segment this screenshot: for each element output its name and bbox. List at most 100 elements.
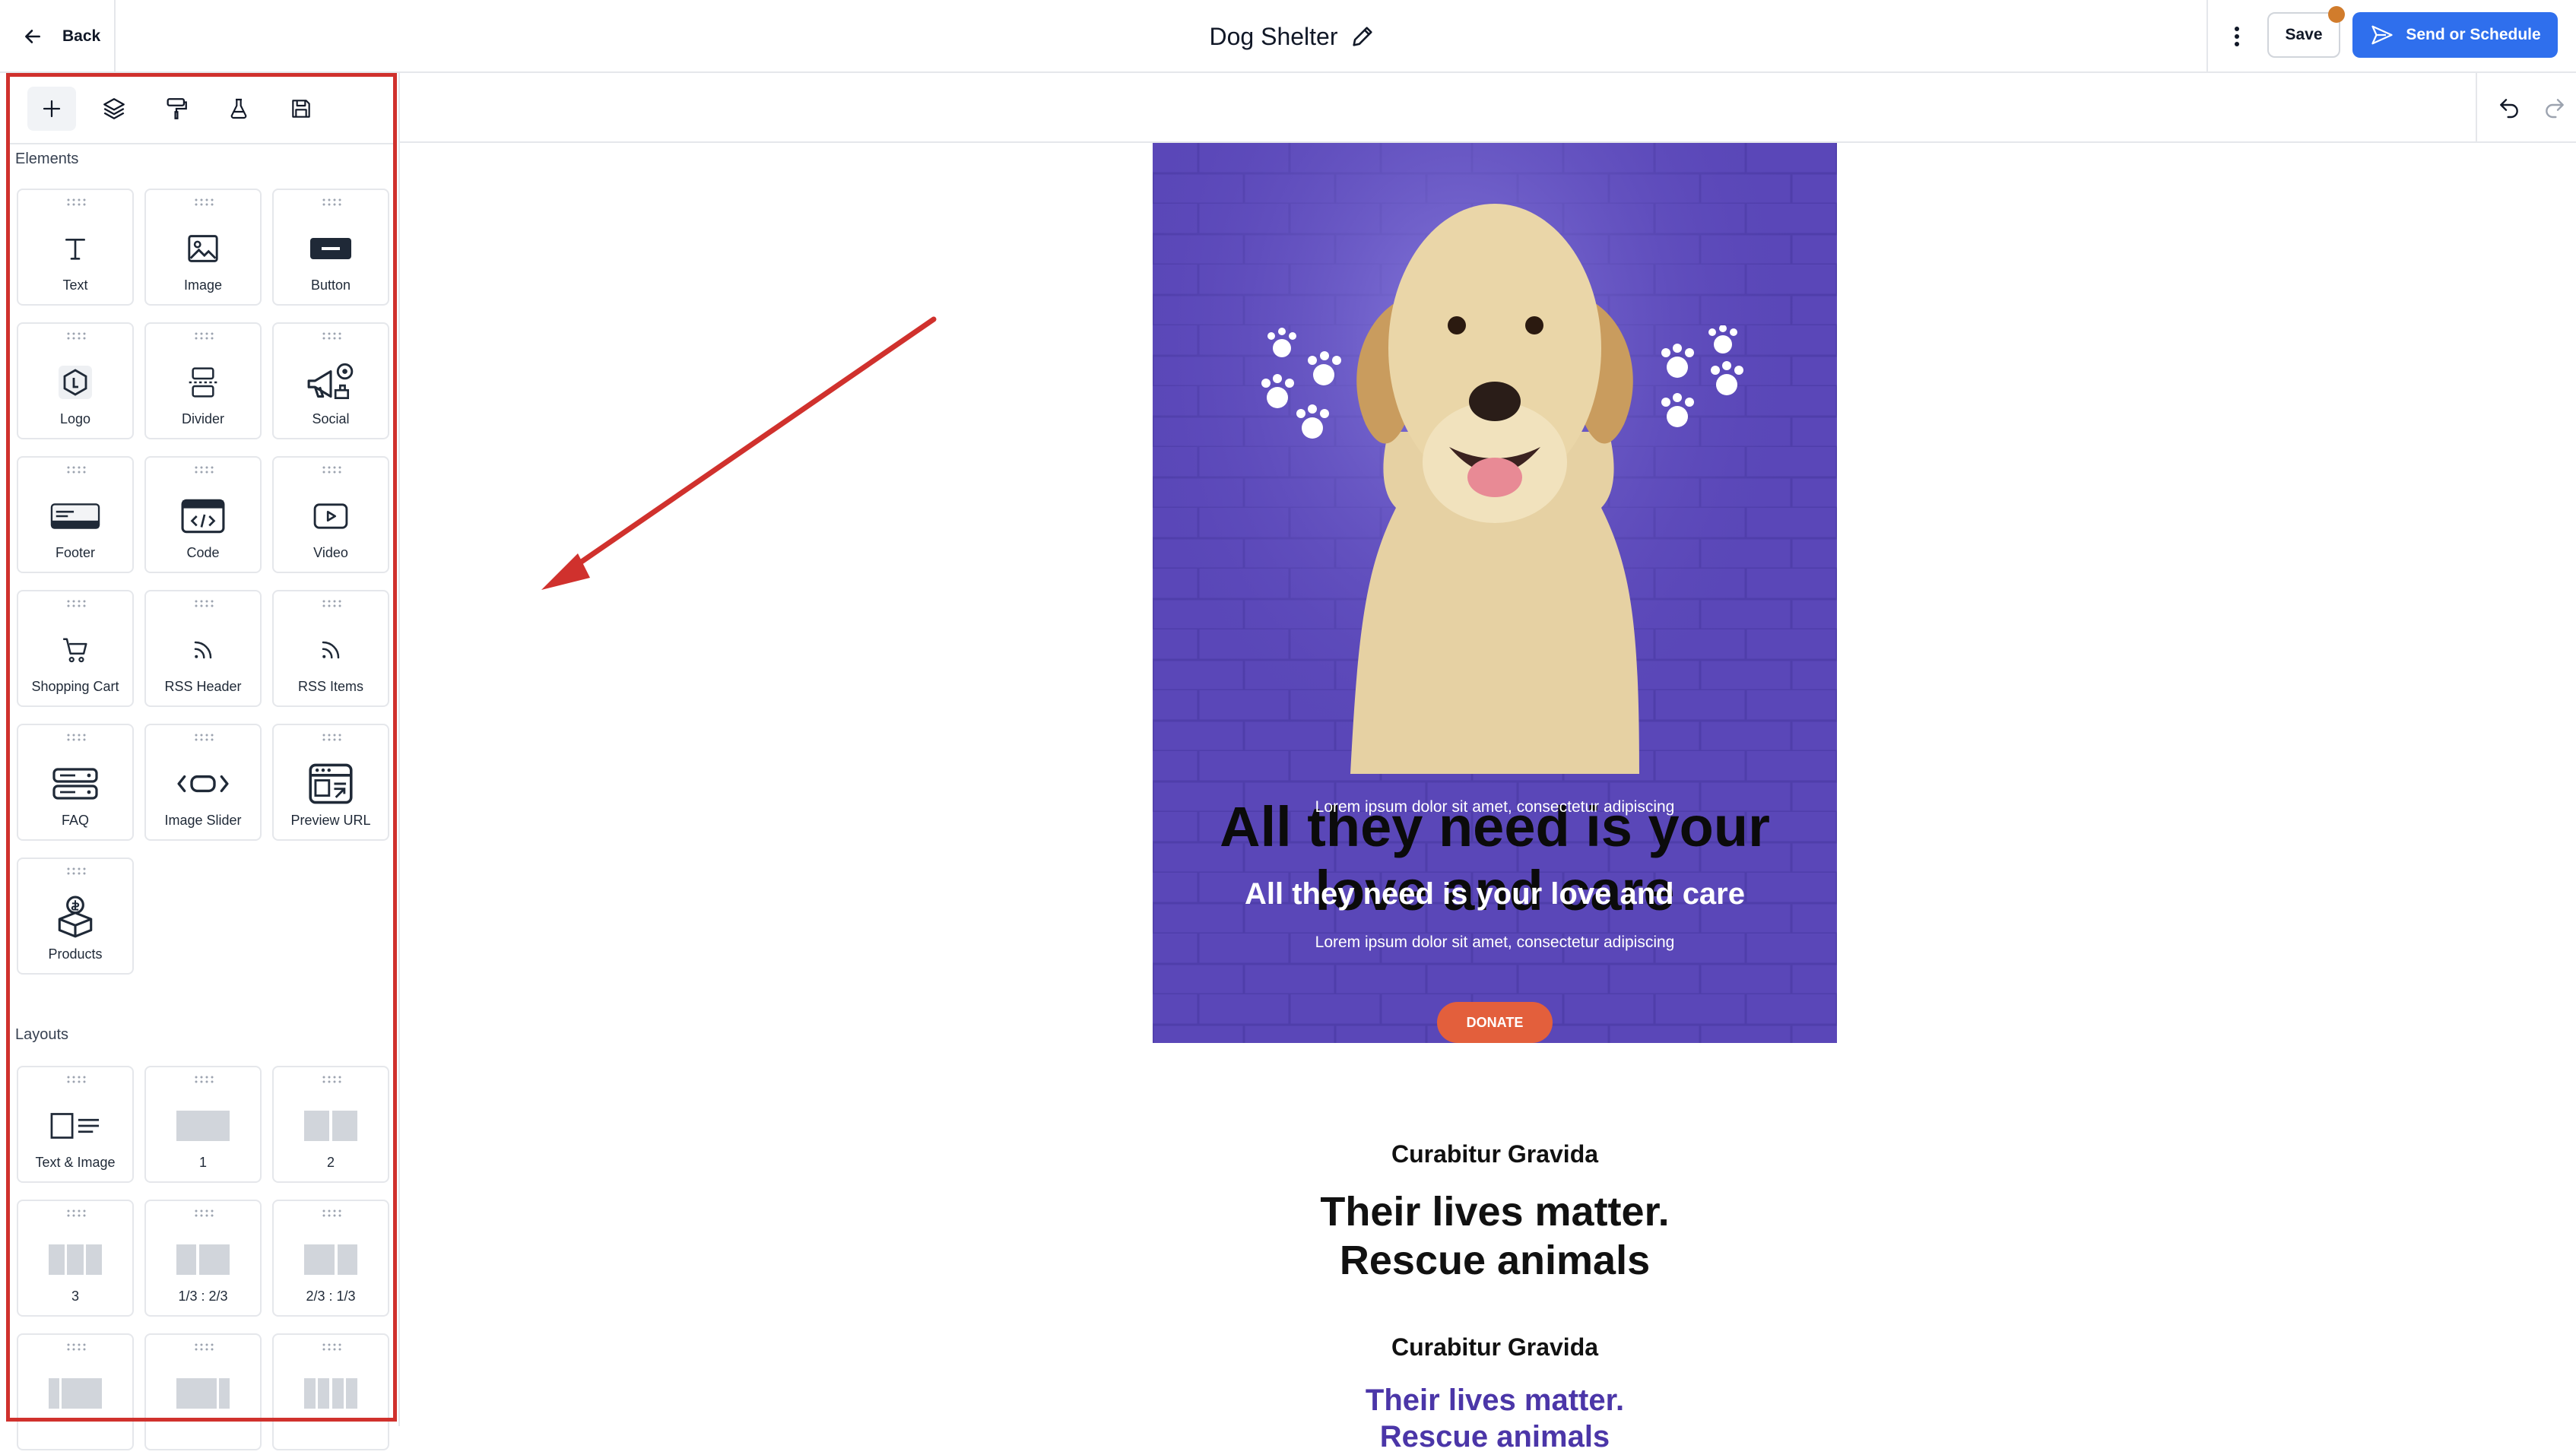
layout-one-third-two-thirds[interactable]: 1/3 : 2/3: [144, 1200, 262, 1317]
drag-handle-icon[interactable]: [66, 599, 87, 608]
tab-layers[interactable]: [90, 87, 138, 131]
element-divider[interactable]: Divider: [144, 322, 262, 439]
element-rss-header[interactable]: RSS Header: [144, 590, 262, 707]
products-icon: [56, 896, 95, 938]
drag-handle-icon[interactable]: [66, 733, 87, 742]
element-label: Image: [183, 277, 223, 293]
drag-handle-icon[interactable]: [194, 198, 215, 207]
layout-label: 2/3 : 1/3: [306, 1289, 356, 1304]
drag-handle-icon[interactable]: [66, 465, 87, 474]
divider: [114, 0, 116, 73]
tab-add-elements[interactable]: [27, 87, 76, 131]
one-column-layout-icon: [176, 1107, 230, 1145]
tagline-line: Their lives matter.: [1320, 1189, 1670, 1235]
drag-handle-icon[interactable]: [66, 867, 87, 876]
tagline-line: Rescue animals: [1339, 1238, 1651, 1283]
top-bar: Back Dog Shelter Save Send or Schedule: [0, 0, 2576, 73]
drag-handle-icon[interactable]: [194, 733, 215, 742]
element-label: Shopping Cart: [31, 679, 119, 694]
drag-handle-icon[interactable]: [194, 1209, 215, 1218]
tab-saved[interactable]: [277, 87, 325, 131]
element-preview-url[interactable]: Preview URL: [272, 724, 389, 841]
layout-label: 1/3 : 2/3: [178, 1289, 228, 1304]
paw-prints-left: [1261, 328, 1341, 439]
layouts-grid: Text & Image 1 2 3 1/3 : 2/3 2/3 : 1/3: [17, 1066, 389, 1450]
layout-label: Text & Image: [35, 1155, 116, 1170]
kicker-heading: Curabitur Gravida: [1153, 1140, 1837, 1168]
element-text[interactable]: Text: [17, 189, 134, 306]
elements-heading: Elements: [15, 151, 79, 167]
element-label: Social: [312, 411, 350, 426]
element-video[interactable]: Video: [272, 456, 389, 573]
element-footer[interactable]: Footer: [17, 456, 134, 573]
drag-handle-icon[interactable]: [322, 1209, 343, 1218]
drag-handle-icon[interactable]: [322, 1342, 343, 1352]
element-faq[interactable]: FAQ: [17, 724, 134, 841]
layout-label: 3: [71, 1289, 79, 1304]
document-title[interactable]: Dog Shelter: [1140, 17, 1445, 56]
drag-handle-icon[interactable]: [66, 1342, 87, 1352]
element-rss-items[interactable]: RSS Items: [272, 590, 389, 707]
divider-icon: [188, 363, 218, 401]
back-button[interactable]: Back: [23, 17, 100, 56]
drag-handle-icon[interactable]: [194, 599, 215, 608]
drag-handle-icon[interactable]: [66, 1075, 87, 1084]
layout-wide-right[interactable]: [144, 1333, 262, 1450]
two-thirds-one-third-layout-icon: [304, 1241, 357, 1279]
drag-handle-icon[interactable]: [322, 599, 343, 608]
drag-handle-icon[interactable]: [322, 465, 343, 474]
unsaved-indicator-badge: [2328, 6, 2345, 23]
save-icon: [292, 100, 310, 118]
text-icon: [60, 230, 90, 268]
element-button[interactable]: Button: [272, 189, 389, 306]
element-label: FAQ: [61, 813, 89, 828]
layout-text-image[interactable]: Text & Image: [17, 1066, 134, 1183]
more-options-icon[interactable]: [2220, 20, 2254, 53]
drag-handle-icon[interactable]: [322, 733, 343, 742]
element-label: Preview URL: [290, 813, 371, 828]
donate-button[interactable]: DONATE: [1437, 1002, 1553, 1043]
tab-test[interactable]: [214, 87, 263, 131]
drag-handle-icon[interactable]: [66, 331, 87, 341]
send-label: Send or Schedule: [2406, 26, 2541, 43]
layout-wide-left[interactable]: [17, 1333, 134, 1450]
element-code[interactable]: Code: [144, 456, 262, 573]
element-label: Image Slider: [164, 813, 242, 828]
paw-prints-right: [1661, 325, 1743, 427]
undo-icon[interactable]: [2494, 93, 2524, 123]
element-products[interactable]: Products: [17, 857, 134, 975]
redo-icon[interactable]: [2540, 93, 2570, 123]
element-shopping-cart[interactable]: Shopping Cart: [17, 590, 134, 707]
drag-handle-icon[interactable]: [66, 198, 87, 207]
layout-2-columns[interactable]: 2: [272, 1066, 389, 1183]
drag-handle-icon[interactable]: [194, 1342, 215, 1352]
pencil-icon[interactable]: [1350, 24, 1375, 49]
drag-handle-icon[interactable]: [194, 465, 215, 474]
drag-handle-icon[interactable]: [194, 1075, 215, 1084]
layout-two-thirds-one-third[interactable]: 2/3 : 1/3: [272, 1200, 389, 1317]
back-label: Back: [62, 27, 101, 45]
image-icon: [186, 230, 220, 268]
element-label: RSS Header: [164, 679, 242, 694]
send-icon: [2371, 25, 2393, 45]
element-logo[interactable]: Logo: [17, 322, 134, 439]
drag-handle-icon[interactable]: [322, 1075, 343, 1084]
layout-4-columns[interactable]: [272, 1333, 389, 1450]
layout-3-columns[interactable]: 3: [17, 1200, 134, 1317]
layout-1-column[interactable]: 1: [144, 1066, 262, 1183]
element-label: Video: [313, 545, 348, 560]
drag-handle-icon[interactable]: [66, 1209, 87, 1218]
drag-handle-icon[interactable]: [322, 331, 343, 341]
kicker-text: Curabitur Gravida: [1391, 1140, 1599, 1168]
image-slider-icon: [176, 765, 230, 803]
element-social[interactable]: Social: [272, 322, 389, 439]
element-image[interactable]: Image: [144, 189, 262, 306]
element-image-slider[interactable]: Image Slider: [144, 724, 262, 841]
tab-styles[interactable]: [152, 87, 201, 131]
element-label: Footer: [55, 545, 96, 560]
drag-handle-icon[interactable]: [194, 331, 215, 341]
send-or-schedule-button[interactable]: Send or Schedule: [2352, 12, 2558, 58]
divider: [6, 143, 397, 144]
drag-handle-icon[interactable]: [322, 198, 343, 207]
element-label: Text: [62, 277, 88, 293]
